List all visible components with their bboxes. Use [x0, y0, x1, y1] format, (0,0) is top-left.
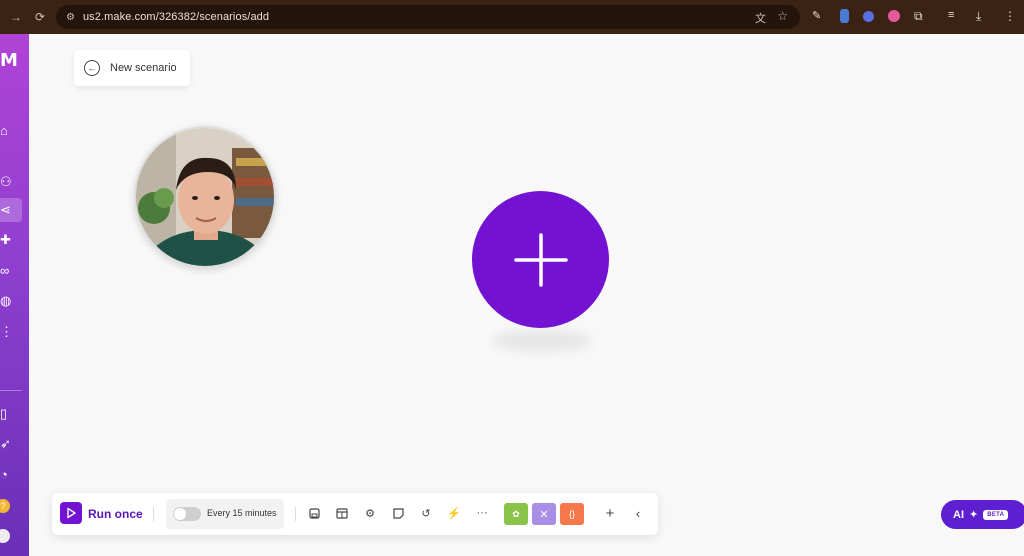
- more-horizontal-icon[interactable]: ···: [474, 505, 490, 521]
- add-module-button[interactable]: [472, 191, 609, 328]
- puzzle-extension-icon[interactable]: ⧉: [914, 9, 928, 23]
- toolbar-divider: [153, 507, 154, 521]
- ai-label: AI: [953, 508, 964, 521]
- settings-gear-icon[interactable]: ⚙: [362, 505, 378, 521]
- run-once-button[interactable]: [60, 502, 82, 524]
- reload-icon[interactable]: ⟳: [30, 10, 50, 24]
- add-icon[interactable]: +: [602, 505, 618, 522]
- share-icon[interactable]: ⋖: [0, 198, 22, 222]
- link-icon[interactable]: ∞: [0, 258, 22, 282]
- browser-menu-icon[interactable]: ⋮: [1004, 9, 1018, 23]
- extension-icons: ✎ ⧉ ≡ ⤓ ⋮: [812, 9, 1024, 23]
- globe-icon[interactable]: ◍: [0, 289, 22, 313]
- home-icon[interactable]: ⌂: [0, 118, 22, 142]
- sidebar-divider: [0, 390, 22, 391]
- scenario-name[interactable]: New scenario: [110, 62, 176, 74]
- forward-icon[interactable]: →: [6, 10, 26, 24]
- scenario-toolbar: Run once Every 15 minutes ⚙ ↺ ⚡ ··· ✿ ✕ …: [52, 493, 658, 535]
- lavender-tool-button[interactable]: ✕: [532, 503, 556, 525]
- back-arrow-icon[interactable]: ←: [84, 60, 100, 76]
- ai-assistant-button[interactable]: AI ✦ BETA: [941, 500, 1024, 529]
- undo-icon[interactable]: ↺: [418, 505, 434, 521]
- avatar-icon[interactable]: [0, 524, 22, 548]
- magic-wand-icon[interactable]: ⚡: [446, 505, 462, 521]
- sparkle-icon: ✦: [969, 509, 979, 521]
- schedule-toggle[interactable]: [173, 507, 201, 521]
- bookmark-star-icon[interactable]: ☆: [777, 9, 788, 23]
- scenario-header: ← New scenario: [74, 50, 190, 86]
- doc-extension-icon[interactable]: [840, 9, 849, 23]
- bell-icon[interactable]: ◔: [0, 462, 22, 486]
- users-icon[interactable]: ⚇: [0, 170, 22, 194]
- make-logo[interactable]: M: [0, 50, 18, 71]
- run-once-label[interactable]: Run once: [88, 507, 143, 521]
- face-extension-icon[interactable]: [888, 10, 900, 22]
- collapse-chevron-icon[interactable]: ‹: [630, 505, 646, 521]
- translate-icon[interactable]: 文: [755, 10, 766, 26]
- book-icon[interactable]: ▯: [0, 402, 22, 426]
- add-button-shadow: [492, 330, 592, 352]
- beta-badge: BETA: [983, 509, 1009, 520]
- tools-icon: ✕: [539, 508, 549, 521]
- puzzle-icon[interactable]: ✚: [0, 228, 22, 252]
- site-info-icon[interactable]: ⚙: [66, 12, 75, 23]
- rocket-icon[interactable]: ➶: [0, 432, 22, 456]
- menu-extension-icon[interactable]: ≡: [948, 9, 962, 23]
- green-tool-button[interactable]: ✿: [504, 503, 528, 525]
- plus-icon: [513, 232, 568, 287]
- blueprint-icon[interactable]: [334, 505, 350, 521]
- toolbar-divider: [295, 507, 296, 521]
- play-icon: [67, 507, 76, 519]
- save-icon[interactable]: [306, 505, 322, 521]
- orange-tool-button[interactable]: {}: [560, 503, 584, 525]
- brackets-icon: {}: [568, 509, 575, 519]
- circle-extension-icon[interactable]: [863, 10, 874, 22]
- sidebar: M ⌂ ⚇ ⋖ ✚ ∞ ◍ ⋮ ▯ ➶ ◔ ?: [0, 34, 29, 556]
- address-bar[interactable]: ⚙ us2.make.com/326382/scenarios/add 文 ☆: [56, 5, 800, 29]
- gear-small-icon: ✿: [512, 508, 520, 519]
- pencil-extension-icon[interactable]: ✎: [812, 9, 826, 23]
- url-text: us2.make.com/326382/scenarios/add: [82, 11, 270, 23]
- browser-toolbar: → ⟳ ⚙ us2.make.com/326382/scenarios/add …: [0, 0, 1024, 34]
- toggle-knob: [174, 508, 186, 520]
- help-icon[interactable]: ?: [0, 494, 22, 518]
- notes-icon[interactable]: [390, 505, 406, 521]
- presenter-video: [136, 128, 274, 266]
- schedule-label[interactable]: Every 15 minutes: [207, 508, 277, 518]
- more-vertical-icon[interactable]: ⋮: [0, 320, 22, 344]
- schedule-control[interactable]: Every 15 minutes: [166, 499, 284, 529]
- webcam-overlay: [134, 126, 276, 268]
- download-icon[interactable]: ⤓: [976, 9, 990, 23]
